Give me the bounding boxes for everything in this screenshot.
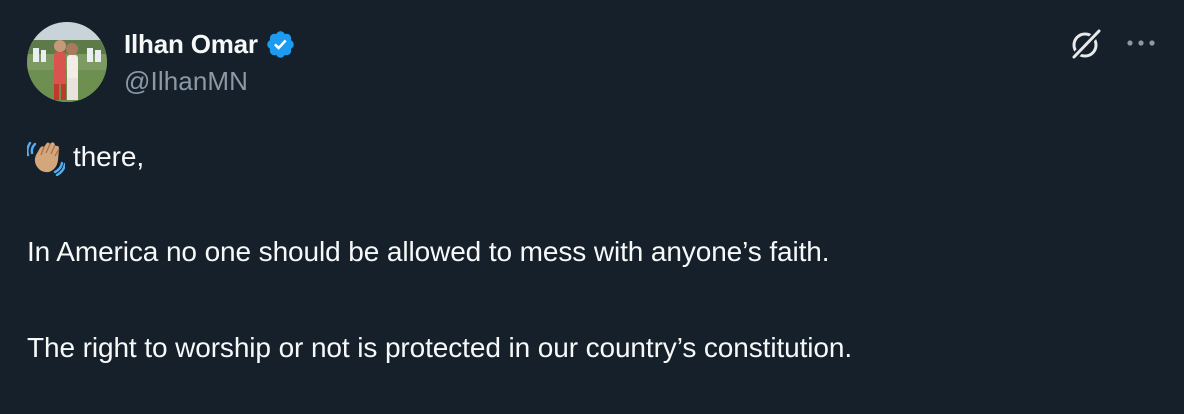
author-handle[interactable]: @IlhanMN bbox=[124, 66, 248, 97]
tweet-card[interactable]: Ilhan Omar @IlhanMN there, In America no… bbox=[0, 0, 1184, 414]
tweet-text-line-3: The right to worship or not is protected… bbox=[27, 332, 853, 363]
tweet-greeting-text: there, bbox=[73, 141, 144, 172]
tweet-text-line-2: In America no one should be allowed to m… bbox=[27, 236, 830, 267]
author-display-name[interactable]: Ilhan Omar bbox=[124, 29, 258, 60]
waving-hand-emoji bbox=[27, 141, 65, 176]
author-avatar[interactable] bbox=[27, 22, 107, 102]
avatar-photo bbox=[27, 22, 107, 102]
more-options-icon[interactable] bbox=[1124, 30, 1158, 56]
grok-icon[interactable] bbox=[1068, 26, 1104, 62]
author-name-row: Ilhan Omar bbox=[124, 27, 296, 61]
tweet-text-line-1: there, bbox=[27, 138, 144, 176]
verified-badge-icon[interactable] bbox=[265, 29, 296, 60]
